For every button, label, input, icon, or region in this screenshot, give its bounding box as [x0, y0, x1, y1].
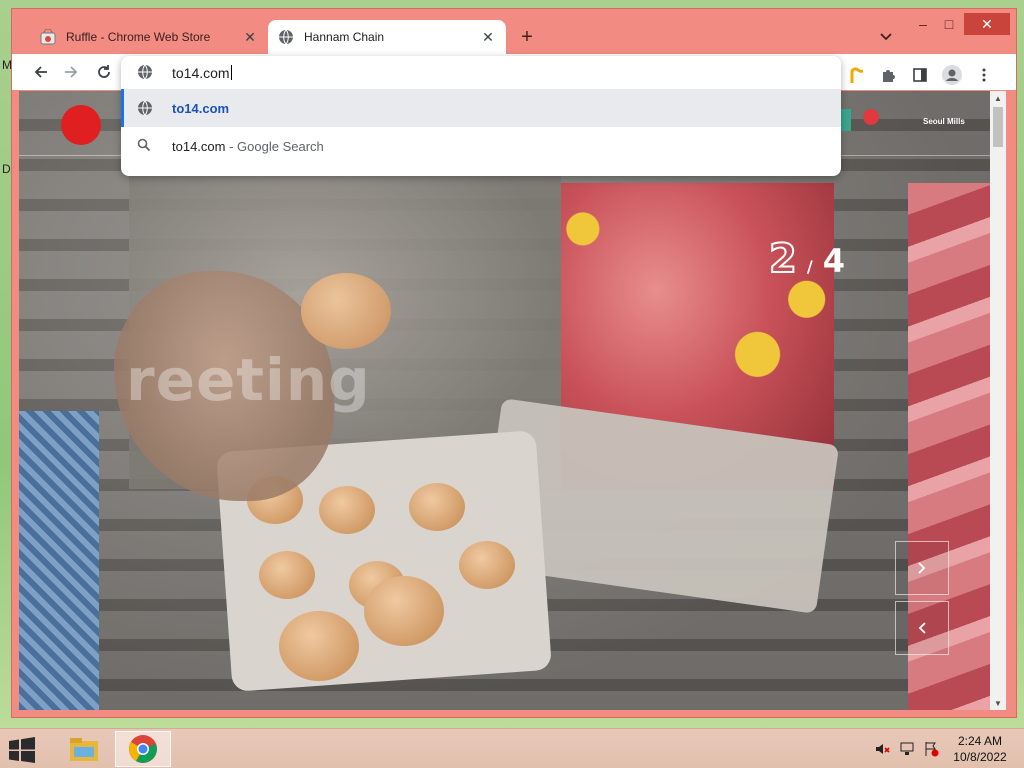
suggestion-url[interactable]: to14.com	[121, 89, 841, 127]
network-icon[interactable]	[899, 741, 915, 757]
address-input[interactable]: to14.com	[172, 65, 230, 81]
clock-date: 10/8/2022	[953, 750, 1007, 764]
globe-icon	[137, 64, 153, 80]
browser-window: Ruffle - Chrome Web Store ✕ Hannam Chain…	[11, 8, 1017, 718]
close-window-button[interactable]: ✕	[964, 13, 1010, 35]
extensions-puzzle-icon[interactable]	[877, 64, 899, 86]
chrome-web-store-icon	[40, 29, 56, 45]
egg	[259, 551, 315, 599]
desktop-icon-label: D	[2, 162, 11, 176]
egg	[459, 541, 515, 589]
scroll-up-arrow-icon[interactable]: ▲	[990, 91, 1006, 105]
scroll-thumb[interactable]	[993, 107, 1003, 147]
omnibox-dropdown: to14.com to14.com to14.com - Google Sear…	[121, 56, 841, 176]
action-center-flag-icon[interactable]	[923, 741, 939, 757]
page-scrollbar[interactable]: ▲ ▼	[990, 91, 1006, 710]
slide-prev-button[interactable]	[895, 601, 949, 655]
tab-search-chevron-icon[interactable]	[876, 27, 896, 47]
tab-close-icon[interactable]: ✕	[242, 29, 258, 45]
reload-icon[interactable]	[93, 61, 115, 83]
egg	[279, 611, 359, 681]
egg	[319, 486, 375, 534]
sleeve-image	[19, 411, 99, 710]
chevron-right-icon	[918, 562, 926, 574]
suggestion-search[interactable]: to14.com - Google Search	[121, 127, 841, 165]
suggestion-text: to14.com	[172, 138, 226, 154]
egg	[409, 483, 465, 531]
suggestion-text: to14.com	[172, 100, 230, 116]
taskbar: 2:24 AM 10/8/2022	[0, 728, 1024, 768]
more-menu-icon[interactable]	[973, 64, 995, 86]
hero-heading: reeting	[126, 346, 371, 414]
globe-icon	[137, 100, 153, 116]
tab-title: Hannam Chain	[304, 30, 385, 44]
scroll-down-arrow-icon[interactable]: ▼	[990, 696, 1006, 710]
address-bar[interactable]: to14.com	[121, 56, 841, 89]
chevron-left-icon	[918, 622, 926, 634]
file-explorer-icon[interactable]	[56, 731, 112, 767]
seoul-mills-logo: Seoul Mills	[923, 117, 965, 126]
forward-icon[interactable]	[60, 61, 82, 83]
title-bar: Ruffle - Chrome Web Store ✕ Hannam Chain…	[12, 9, 1016, 54]
egg	[364, 576, 444, 646]
page-content: Seoul Mills reeting 2 / 4	[19, 91, 990, 710]
tab-title: Ruffle - Chrome Web Store	[66, 30, 211, 44]
new-tab-button[interactable]: +	[515, 25, 539, 49]
extension-ruffle-icon[interactable]	[846, 64, 868, 86]
system-clock[interactable]: 2:24 AM 10/8/2022	[950, 733, 1010, 765]
slide-current: 2	[768, 235, 798, 283]
site-logo[interactable]	[61, 105, 101, 145]
suggestion-suffix: - Google Search	[225, 138, 324, 154]
maximize-button[interactable]: □	[934, 13, 964, 35]
tab-close-icon[interactable]: ✕	[480, 29, 496, 45]
chrome-taskbar-icon[interactable]	[115, 731, 171, 767]
slide-next-button[interactable]	[895, 541, 949, 595]
side-panel-icon[interactable]	[909, 64, 931, 86]
volume-muted-icon[interactable]	[875, 741, 891, 757]
back-icon[interactable]	[30, 61, 52, 83]
search-icon	[137, 138, 153, 154]
slide-separator: /	[806, 257, 813, 276]
profile-avatar-icon[interactable]	[941, 64, 963, 86]
globe-icon	[278, 29, 294, 45]
text-caret	[230, 65, 232, 80]
windows-start-icon[interactable]	[8, 737, 38, 763]
clock-time: 2:24 AM	[957, 734, 1003, 748]
tab-ruffle[interactable]: Ruffle - Chrome Web Store ✕	[30, 20, 268, 54]
tab-hannam-chain[interactable]: Hannam Chain ✕	[268, 20, 506, 54]
partner-logo	[863, 109, 879, 125]
egg-held	[301, 273, 391, 349]
slide-counter: 2 / 4	[768, 235, 845, 283]
slide-total: 4	[822, 242, 845, 280]
